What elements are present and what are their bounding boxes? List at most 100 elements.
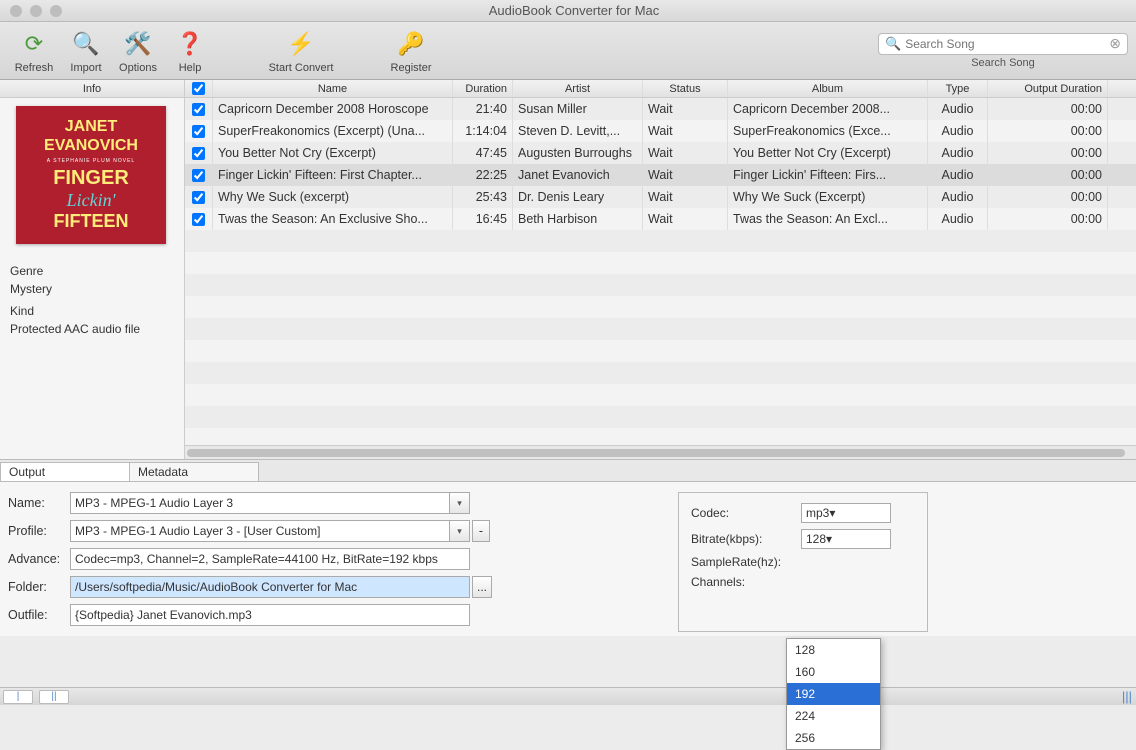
header-artist[interactable]: Artist [513,80,643,97]
row-status: Wait [643,186,728,208]
row-album: SuperFreakonomics (Exce... [728,120,928,142]
row-duration: 25:43 [453,186,513,208]
start-convert-label: Start Convert [269,62,334,74]
search-field[interactable]: 🔍 ⊗ [878,33,1128,55]
channels-label: Channels: [691,575,801,589]
bitrate-option[interactable]: 224 [787,705,880,727]
row-status: Wait [643,120,728,142]
row-album: Why We Suck (Excerpt) [728,186,928,208]
status-btn-right[interactable]: ||| [1122,689,1132,704]
search-input[interactable] [905,37,1109,51]
table-header: Name Duration Artist Status Album Type O… [185,80,1136,98]
profile-minus-button[interactable]: - [472,520,490,542]
cover-line2: Lickin' [67,190,116,212]
refresh-icon: ⟳ [18,28,50,60]
tab-metadata[interactable]: Metadata [129,462,259,481]
codec-select[interactable]: mp3▾ [801,503,891,523]
header-output-duration[interactable]: Output Duration [988,80,1108,97]
table-row[interactable]: Why We Suck (excerpt)25:43Dr. Denis Lear… [185,186,1136,208]
help-label: Help [179,62,202,74]
profile-value: MP3 - MPEG-1 Audio Layer 3 - [User Custo… [75,524,320,538]
table-body[interactable]: Capricorn December 2008 Horoscope21:40Su… [185,98,1136,445]
key-icon: 🔑 [395,28,427,60]
header-album[interactable]: Album [728,80,928,97]
output-tabs: Output Metadata [0,460,1136,482]
row-name: Why We Suck (excerpt) [213,186,453,208]
codec-value: mp3 [806,506,829,520]
header-type[interactable]: Type [928,80,988,97]
table-row[interactable]: SuperFreakonomics (Excerpt) (Una...1:14:… [185,120,1136,142]
row-check[interactable] [185,142,213,164]
bitrate-option[interactable]: 256 [787,727,880,749]
header-name[interactable]: Name [213,80,453,97]
row-output-duration: 00:00 [988,208,1108,230]
header-duration[interactable]: Duration [453,80,513,97]
refresh-button[interactable]: ⟳Refresh [8,28,60,74]
kind-label: Kind [10,302,174,320]
row-output-duration: 00:00 [988,98,1108,120]
bitrate-option[interactable]: 128 [787,639,880,661]
row-type: Audio [928,164,988,186]
profile-select[interactable]: MP3 - MPEG-1 Audio Layer 3 - [User Custo… [70,520,470,542]
folder-browse-button[interactable]: ... [472,576,492,598]
titlebar: AudioBook Converter for Mac [0,0,1136,22]
table-row[interactable]: Finger Lickin' Fifteen: First Chapter...… [185,164,1136,186]
row-name: SuperFreakonomics (Excerpt) (Una... [213,120,453,142]
audiobook-table: Name Duration Artist Status Album Type O… [185,80,1136,459]
folder-value: /Users/softpedia/Music/AudioBook Convert… [75,580,357,594]
search-icon: 🔍 [70,28,102,60]
bitrate-label: Bitrate(kbps): [691,532,801,546]
row-duration: 47:45 [453,142,513,164]
advance-input[interactable]: Codec=mp3, Channel=2, SampleRate=44100 H… [70,548,470,570]
samplerate-label: SampleRate(hz): [691,555,801,569]
folder-input[interactable]: /Users/softpedia/Music/AudioBook Convert… [70,576,470,598]
start-convert-button[interactable]: ⚡ Start Convert [256,28,346,74]
options-button[interactable]: 🛠️Options [112,28,164,74]
row-status: Wait [643,164,728,186]
name-select[interactable]: MP3 - MPEG-1 Audio Layer 3▾ [70,492,470,514]
row-duration: 16:45 [453,208,513,230]
outfile-input[interactable]: {Softpedia} Janet Evanovich.mp3 [70,604,470,626]
toolbar: ⟳Refresh 🔍Import 🛠️Options ❓Help ⚡ Start … [0,22,1136,80]
register-label: Register [391,62,432,74]
row-type: Audio [928,142,988,164]
convert-icon: ⚡ [285,28,317,60]
genre-value: Mystery [10,280,174,298]
info-header: Info [0,80,184,98]
table-row[interactable]: You Better Not Cry (Excerpt)47:45Auguste… [185,142,1136,164]
bitrate-select[interactable]: 128▾ 128160192224256 [801,529,891,549]
row-check[interactable] [185,208,213,230]
tools-icon: 🛠️ [122,28,154,60]
bitrate-option[interactable]: 160 [787,661,880,683]
bitrate-dropdown[interactable]: 128160192224256 [786,638,881,750]
header-check[interactable] [185,80,213,97]
row-name: You Better Not Cry (Excerpt) [213,142,453,164]
row-check[interactable] [185,164,213,186]
genre-label: Genre [10,262,174,280]
row-duration: 22:25 [453,164,513,186]
row-album: You Better Not Cry (Excerpt) [728,142,928,164]
header-status[interactable]: Status [643,80,728,97]
status-btn-left2[interactable]: || [39,690,69,704]
folder-label: Folder: [8,580,70,594]
codec-label: Codec: [691,506,801,520]
bitrate-option[interactable]: 192 [787,683,880,705]
row-duration: 1:14:04 [453,120,513,142]
horizontal-scrollbar[interactable] [185,445,1136,459]
row-check[interactable] [185,186,213,208]
register-button[interactable]: 🔑 Register [366,28,456,74]
clear-icon[interactable]: ⊗ [1109,35,1121,52]
row-check[interactable] [185,120,213,142]
import-button[interactable]: 🔍Import [60,28,112,74]
status-btn-left1[interactable]: | [3,690,33,704]
row-check[interactable] [185,98,213,120]
tab-output[interactable]: Output [0,462,130,481]
table-row[interactable]: Twas the Season: An Exclusive Sho...16:4… [185,208,1136,230]
advance-value: Codec=mp3, Channel=2, SampleRate=44100 H… [75,552,438,566]
status-bar: | || ||| [0,687,1136,705]
table-row[interactable]: Capricorn December 2008 Horoscope21:40Su… [185,98,1136,120]
outfile-value: {Softpedia} Janet Evanovich.mp3 [75,608,252,622]
help-button[interactable]: ❓Help [164,28,216,74]
row-album: Finger Lickin' Fifteen: Firs... [728,164,928,186]
row-artist: Beth Harbison [513,208,643,230]
